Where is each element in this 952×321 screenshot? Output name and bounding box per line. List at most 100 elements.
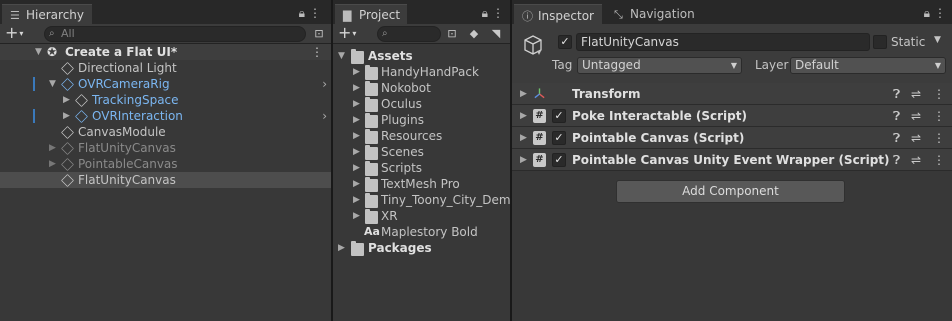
folder-icon: ▇ xyxy=(343,9,352,22)
font-asset-item[interactable]: Aa Maplestory Bold xyxy=(333,224,510,240)
tab-navigation[interactable]: ⤡ Navigation xyxy=(606,4,706,24)
filter-label-icon[interactable]: ◆ xyxy=(466,26,482,42)
lock-icon[interactable]: 🔒︎ xyxy=(924,6,930,21)
settings-sliders-icon[interactable]: ⇌ xyxy=(911,105,921,127)
tab-inspector[interactable]: ⓘ Inspector xyxy=(514,4,602,24)
expand-arrow-icon[interactable]: ▶ xyxy=(520,105,527,127)
expand-arrow-icon[interactable]: ▶ xyxy=(338,240,345,256)
hierarchy-item[interactable]: ▼ OVRCameraRig › xyxy=(0,76,331,92)
expand-arrow-icon[interactable]: ▶ xyxy=(63,108,70,124)
folder-item[interactable]: ▶ Oculus xyxy=(333,96,510,112)
kebab-icon[interactable]: ⋮ xyxy=(933,105,945,127)
folder-item[interactable]: ▶ Resources xyxy=(333,128,510,144)
hierarchy-item[interactable]: ▶ TrackingSpace xyxy=(0,92,331,108)
cube-icon xyxy=(75,94,88,107)
folder-item[interactable]: ▶ Tiny_Toony_City_Demo xyxy=(333,192,510,208)
expand-arrow-icon[interactable]: ▼ xyxy=(49,76,56,92)
help-icon[interactable]: ❓︎ xyxy=(893,149,900,171)
expand-arrow-icon[interactable]: ▶ xyxy=(520,83,527,105)
expand-arrow-icon[interactable]: ▶ xyxy=(353,80,360,96)
tag-icon[interactable]: ◥ xyxy=(488,26,504,42)
project-search-input[interactable]: ⌕ xyxy=(377,26,441,42)
search-icon: ⌕ xyxy=(49,28,55,39)
expand-arrow-icon[interactable]: ▶ xyxy=(353,128,360,144)
packages-root[interactable]: ▶ Packages xyxy=(333,240,510,256)
expand-arrow-icon[interactable]: ▶ xyxy=(353,112,360,128)
component-pointable-canvas-event-wrapper[interactable]: ▶ # ✓ Pointable Canvas Unity Event Wrapp… xyxy=(512,149,952,171)
lock-icon[interactable]: 🔒︎ xyxy=(299,6,305,21)
assets-root[interactable]: ▼ Assets xyxy=(333,48,510,64)
expand-arrow-icon[interactable]: ▶ xyxy=(49,140,56,156)
project-panel: ▇ Project 🔒︎ ⋮ +▾ ⌕ ⊡ ◆ ◥ ▼ Assets ▶ Hand… xyxy=(333,0,510,321)
folder-item[interactable]: ▶ Nokobot xyxy=(333,80,510,96)
add-component-button[interactable]: Add Component xyxy=(616,180,845,203)
help-icon[interactable]: ❓︎ xyxy=(893,83,900,105)
hierarchy-item[interactable]: ▶ PointableCanvas xyxy=(0,156,331,172)
tab-hierarchy[interactable]: ☰ Hierarchy xyxy=(2,4,92,24)
folder-item[interactable]: ▶ HandyHandPack xyxy=(333,64,510,80)
expand-arrow-icon[interactable]: ▶ xyxy=(353,64,360,80)
kebab-icon[interactable]: ⋮ xyxy=(933,83,945,105)
expand-arrow-icon[interactable]: ▶ xyxy=(353,96,360,112)
lock-icon[interactable]: 🔒︎ xyxy=(482,6,488,21)
create-asset-button[interactable]: +▾ xyxy=(338,24,356,43)
folder-icon xyxy=(365,97,378,112)
tab-project[interactable]: ▇ Project xyxy=(335,4,407,24)
component-enabled-checkbox[interactable]: ✓ xyxy=(552,109,566,123)
chevron-right-icon[interactable]: › xyxy=(322,108,327,124)
folder-item[interactable]: ▶ Plugins xyxy=(333,112,510,128)
component-poke-interactable[interactable]: ▶ # ✓ Poke Interactable (Script) ❓︎ ⇌ ⋮ xyxy=(512,105,952,127)
layer-dropdown[interactable]: Default ▼ xyxy=(790,57,946,74)
hierarchy-item[interactable]: Directional Light xyxy=(0,60,331,76)
expand-arrow-icon[interactable]: ▶ xyxy=(353,192,360,208)
hierarchy-item-selected[interactable]: FlatUnityCanvas xyxy=(0,172,331,188)
expand-arrow-icon[interactable]: ▶ xyxy=(353,176,360,192)
kebab-icon[interactable]: ⋮ xyxy=(934,6,946,20)
kebab-icon[interactable]: ⋮ xyxy=(309,6,321,20)
hierarchy-item[interactable]: ▶ FlatUnityCanvas xyxy=(0,140,331,156)
settings-sliders-icon[interactable]: ⇌ xyxy=(911,127,921,149)
expand-arrow-icon[interactable]: ▶ xyxy=(353,160,360,176)
static-dropdown-caret-icon[interactable]: ▼ xyxy=(934,35,941,45)
settings-sliders-icon[interactable]: ⇌ xyxy=(911,83,921,105)
hierarchy-item[interactable]: ▶ OVRInteraction › xyxy=(0,108,331,124)
expand-arrow-icon[interactable]: ▼ xyxy=(35,44,42,60)
scene-row[interactable]: ▼ ✪ Create a Flat UI* ⋮ xyxy=(0,44,331,60)
kebab-icon[interactable]: ⋮ xyxy=(933,127,945,149)
component-enabled-checkbox[interactable]: ✓ xyxy=(552,131,566,145)
cube-icon xyxy=(61,158,74,171)
component-transform[interactable]: ▶ Transform ❓︎ ⇌ ⋮ xyxy=(512,83,952,105)
tag-dropdown[interactable]: Untagged ▼ xyxy=(577,57,742,74)
folder-icon xyxy=(365,177,378,192)
folder-item[interactable]: ▶ TextMesh Pro xyxy=(333,176,510,192)
create-button[interactable]: +▾ xyxy=(5,24,23,43)
chevron-down-icon: ▼ xyxy=(934,61,941,70)
hierarchy-item[interactable]: CanvasModule xyxy=(0,124,331,140)
search-by-type-icon[interactable]: ⊡ xyxy=(444,26,460,42)
folder-item[interactable]: ▶ Scripts xyxy=(333,160,510,176)
static-checkbox[interactable] xyxy=(873,35,887,49)
expand-arrow-icon[interactable]: ▶ xyxy=(63,92,70,108)
folder-item[interactable]: ▶ Scenes xyxy=(333,144,510,160)
object-name-field[interactable]: FlatUnityCanvas xyxy=(576,33,870,51)
search-filter-icon[interactable]: ⊡ xyxy=(311,26,327,42)
component-pointable-canvas[interactable]: ▶ # ✓ Pointable Canvas (Script) ❓︎ ⇌ ⋮ xyxy=(512,127,952,149)
expand-arrow-icon[interactable]: ▶ xyxy=(520,149,527,171)
expand-arrow-icon[interactable]: ▶ xyxy=(353,144,360,160)
chevron-right-icon[interactable]: › xyxy=(322,76,327,92)
active-checkbox[interactable]: ✓ xyxy=(558,35,572,49)
kebab-icon[interactable]: ⋮ xyxy=(492,6,504,20)
expand-arrow-icon[interactable]: ▶ xyxy=(49,156,56,172)
folder-item[interactable]: ▶ XR xyxy=(333,208,510,224)
icon-dropdown-caret-icon[interactable]: ▾ xyxy=(537,48,541,57)
component-enabled-checkbox[interactable]: ✓ xyxy=(552,153,566,167)
expand-arrow-icon[interactable]: ▶ xyxy=(353,208,360,224)
kebab-icon[interactable]: ⋮ xyxy=(311,44,323,60)
help-icon[interactable]: ❓︎ xyxy=(893,105,900,127)
help-icon[interactable]: ❓︎ xyxy=(893,127,900,149)
hierarchy-search-input[interactable]: ⌕ All xyxy=(44,26,306,42)
kebab-icon[interactable]: ⋮ xyxy=(933,149,945,171)
settings-sliders-icon[interactable]: ⇌ xyxy=(911,149,921,171)
expand-arrow-icon[interactable]: ▼ xyxy=(338,48,345,64)
expand-arrow-icon[interactable]: ▶ xyxy=(520,127,527,149)
